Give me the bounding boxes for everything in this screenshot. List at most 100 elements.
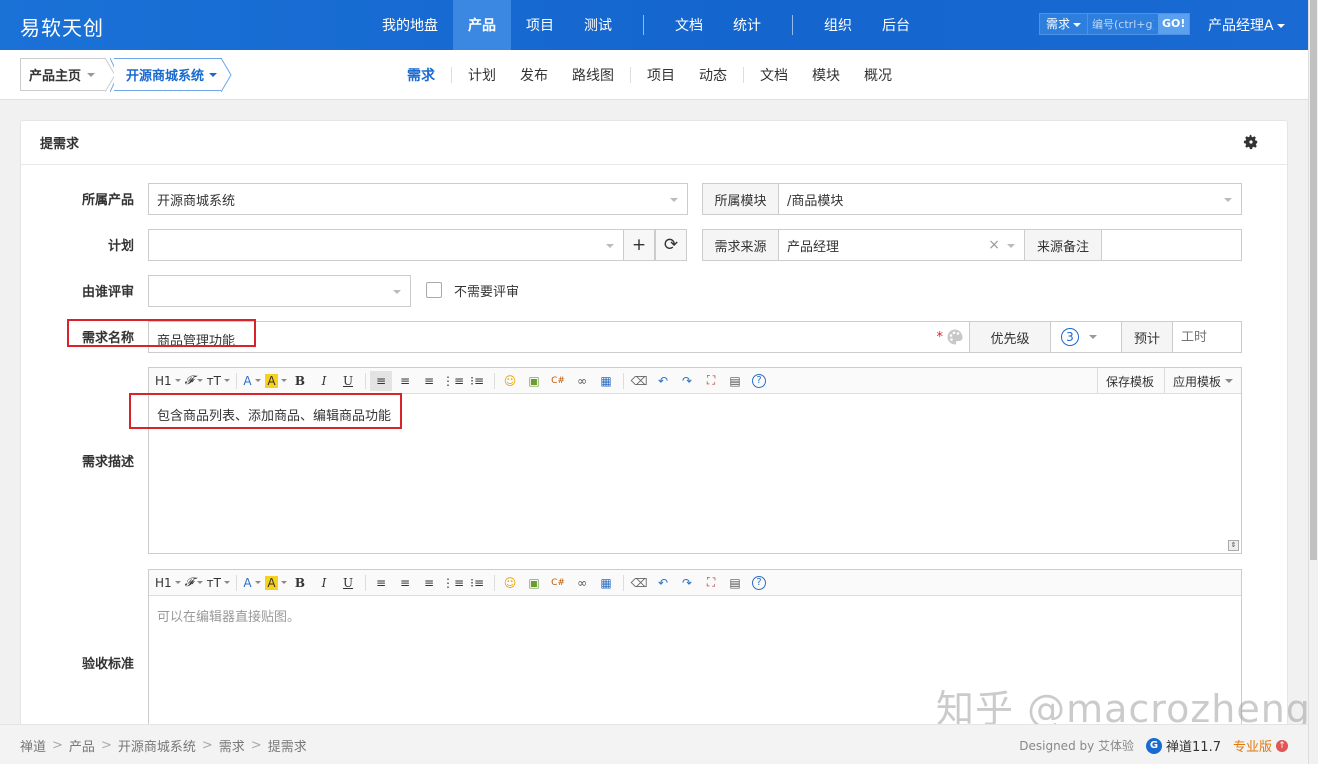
brand-logo[interactable]: 易软天创 (20, 12, 104, 41)
font-color-button[interactable]: A (241, 573, 263, 593)
version-label[interactable]: 禅道11.7 (1166, 736, 1221, 755)
underline-button[interactable]: U (337, 371, 359, 391)
footer-crumb-story[interactable]: 需求 (219, 736, 245, 755)
product-select[interactable]: 开源商城系统 (148, 183, 688, 215)
footer-crumb-product-name[interactable]: 开源商城系统 (118, 736, 196, 755)
font-color-button[interactable]: A (241, 371, 263, 391)
fullscreen-button[interactable]: ⛶ (700, 573, 722, 593)
subnav-plan[interactable]: 计划 (456, 65, 508, 85)
table-button[interactable]: ▦ (595, 371, 617, 391)
emoticon-button[interactable]: ☺ (499, 371, 521, 391)
desc-editor[interactable]: H1 𝓕 ᴛT A A B I U ≡ ≡ ≡ ⋮≡ ⁝≡ ☺ ▣ C# ∞ ▦… (148, 367, 1242, 554)
italic-button[interactable]: I (313, 371, 335, 391)
ordered-list-button[interactable]: ⋮≡ (442, 573, 464, 593)
unordered-list-button[interactable]: ⁝≡ (466, 371, 488, 391)
italic-button[interactable]: I (313, 573, 335, 593)
add-plan-button[interactable]: + (623, 229, 655, 261)
redo-button[interactable]: ↷ (676, 371, 698, 391)
help-button[interactable]: ? (748, 573, 770, 593)
search-input[interactable] (1088, 14, 1159, 34)
font-size-button[interactable]: ᴛT (207, 371, 230, 391)
search-type-select[interactable]: 需求 (1040, 14, 1089, 34)
unordered-list-button[interactable]: ⁝≡ (466, 573, 488, 593)
heading-button[interactable]: H1 (155, 371, 181, 391)
clear-icon[interactable]: × (988, 237, 1000, 253)
source-select[interactable]: 产品经理 × (778, 229, 1025, 261)
undo-button[interactable]: ↶ (652, 371, 674, 391)
refresh-plan-button[interactable]: ⟳ (655, 229, 687, 261)
align-right-button[interactable]: ≡ (418, 371, 440, 391)
bold-button[interactable]: B (289, 573, 311, 593)
subnav-dynamic[interactable]: 动态 (687, 65, 739, 85)
paste-button[interactable]: ▤ (724, 573, 746, 593)
gear-icon[interactable] (1243, 134, 1259, 150)
subnav-overview[interactable]: 概况 (852, 65, 904, 85)
align-left-button[interactable]: ≡ (370, 573, 392, 593)
align-center-button[interactable]: ≡ (394, 573, 416, 593)
apply-template-button[interactable]: 应用模板 (1163, 368, 1241, 394)
footer-crumb-home[interactable]: 禅道 (20, 736, 46, 755)
font-family-button[interactable]: 𝓕 (183, 573, 205, 593)
page-scrollbar-thumb[interactable] (1310, 0, 1317, 560)
story-name-input[interactable]: 商品管理功能 * (148, 321, 970, 353)
font-family-button[interactable]: 𝓕 (183, 371, 205, 391)
subnav-release[interactable]: 发布 (508, 65, 560, 85)
search-go-button[interactable]: GO! (1158, 14, 1190, 34)
save-template-button[interactable]: 保存模板 (1096, 368, 1162, 394)
crumb-product-select[interactable]: 开源商城系统 (114, 58, 222, 91)
font-size-button[interactable]: ᴛT (207, 573, 230, 593)
align-right-button[interactable]: ≡ (418, 573, 440, 593)
nav-my[interactable]: 我的地盘 (367, 0, 453, 50)
nav-admin[interactable]: 后台 (867, 0, 925, 50)
eraser-button[interactable]: ⌫ (628, 371, 650, 391)
bg-color-button[interactable]: A (265, 371, 287, 391)
plan-select[interactable] (148, 229, 624, 261)
bg-color-button[interactable]: A (265, 573, 287, 593)
module-select[interactable]: /商品模块 (778, 183, 1242, 215)
nav-doc[interactable]: 文档 (660, 0, 718, 50)
nav-product[interactable]: 产品 (453, 0, 511, 50)
palette-icon[interactable] (946, 328, 964, 346)
footer-crumb-product[interactable]: 产品 (69, 736, 95, 755)
subnav-roadmap[interactable]: 路线图 (560, 65, 626, 85)
nav-project[interactable]: 项目 (511, 0, 569, 50)
redo-button[interactable]: ↷ (676, 573, 698, 593)
undo-button[interactable]: ↶ (652, 573, 674, 593)
fullscreen-button[interactable]: ⛶ (700, 371, 722, 391)
code-button[interactable]: C# (547, 573, 569, 593)
upgrade-icon[interactable]: ↑ (1276, 739, 1288, 752)
bold-button[interactable]: B (289, 371, 311, 391)
subnav-doc[interactable]: 文档 (748, 65, 800, 85)
image-button[interactable]: ▣ (523, 573, 545, 593)
eraser-button[interactable]: ⌫ (628, 573, 650, 593)
nav-org[interactable]: 组织 (809, 0, 867, 50)
source-note-input[interactable] (1101, 229, 1242, 261)
designed-by[interactable]: Designed by 艾体验 (1019, 737, 1134, 754)
link-button[interactable]: ∞ (571, 371, 593, 391)
table-button[interactable]: ▦ (595, 573, 617, 593)
subnav-story[interactable]: 需求 (395, 65, 447, 85)
resize-handle[interactable]: ⇕ (1228, 540, 1239, 551)
align-center-button[interactable]: ≡ (394, 371, 416, 391)
nav-test[interactable]: 测试 (569, 0, 627, 50)
heading-button[interactable]: H1 (155, 573, 181, 593)
image-button[interactable]: ▣ (523, 371, 545, 391)
help-button[interactable]: ? (748, 371, 770, 391)
reviewer-select[interactable] (148, 275, 411, 307)
subnav-project[interactable]: 项目 (635, 65, 687, 85)
paste-button[interactable]: ▤ (724, 371, 746, 391)
verify-editor[interactable]: H1 𝓕 ᴛT A A B I U ≡ ≡ ≡ ⋮≡ ⁝≡ ☺ ▣ C# ∞ ▦… (148, 569, 1242, 749)
ordered-list-button[interactable]: ⋮≡ (442, 371, 464, 391)
no-review-checkbox[interactable] (426, 282, 442, 298)
underline-button[interactable]: U (337, 573, 359, 593)
align-left-button[interactable]: ≡ (370, 370, 392, 391)
edition-label[interactable]: 专业版 (1233, 736, 1272, 755)
user-menu[interactable]: 产品经理A (1208, 15, 1285, 35)
priority-select[interactable]: 3 (1050, 321, 1122, 353)
subnav-module[interactable]: 模块 (800, 65, 852, 85)
crumb-product-home[interactable]: 产品主页 (20, 58, 106, 91)
emoticon-button[interactable]: ☺ (499, 573, 521, 593)
link-button[interactable]: ∞ (571, 573, 593, 593)
estimate-input[interactable] (1172, 321, 1242, 353)
code-button[interactable]: C# (547, 371, 569, 391)
